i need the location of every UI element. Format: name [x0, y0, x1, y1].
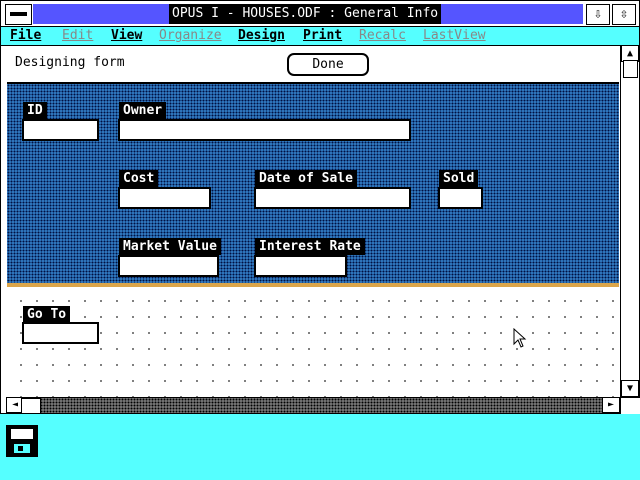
field-label-go-to: Go To: [23, 306, 71, 323]
system-menu-icon: [10, 12, 27, 16]
field-input-owner[interactable]: [118, 119, 411, 141]
menu-view[interactable]: View: [111, 28, 142, 44]
field-input-id[interactable]: [22, 119, 99, 141]
field-label-date-of-sale: Date of Sale: [255, 170, 357, 187]
field-label-owner: Owner: [119, 102, 167, 119]
vertical-scrollbar[interactable]: ▲ ▼: [620, 45, 639, 397]
title-bar[interactable]: OPUS I - HOUSES.ODF : General Info ⇩ ⇳: [1, 1, 639, 27]
vertical-scroll-thumb[interactable]: [623, 60, 638, 78]
maximize-button[interactable]: ⇳: [612, 4, 636, 25]
menu-edit[interactable]: Edit: [62, 28, 93, 44]
field-input-market-value[interactable]: [118, 255, 219, 277]
menu-organize[interactable]: Organize: [159, 28, 222, 44]
floppy-disk-icon[interactable]: [6, 425, 38, 457]
field-label-market-value: Market Value: [119, 238, 221, 255]
field-input-go-to[interactable]: [22, 322, 99, 344]
form-body-area: Go To: [7, 287, 619, 397]
field-label-id: ID: [23, 102, 47, 119]
field-input-date-of-sale[interactable]: [254, 187, 411, 209]
status-bar: Designing form Done: [7, 46, 619, 84]
menu-lastview[interactable]: LastView: [423, 28, 486, 44]
scrollbar-corner: [620, 397, 640, 414]
mouse-pointer-icon: [513, 328, 527, 348]
field-input-sold[interactable]: [438, 187, 483, 209]
field-label-sold: Sold: [439, 170, 479, 187]
menu-design[interactable]: Design: [238, 28, 285, 44]
disk-hole: [18, 446, 23, 451]
done-button[interactable]: Done: [287, 53, 369, 76]
disk-label-area: [11, 429, 33, 439]
horizontal-scroll-thumb[interactable]: [21, 398, 41, 414]
app-window: OPUS I - HOUSES.ODF : General Info ⇩ ⇳ F…: [0, 0, 640, 414]
title-bar-caption-area[interactable]: OPUS I - HOUSES.ODF : General Info: [33, 4, 583, 24]
scroll-down-button[interactable]: ▼: [621, 380, 639, 397]
system-menu-button[interactable]: [5, 4, 32, 25]
menu-print[interactable]: Print: [303, 28, 342, 44]
scroll-right-button[interactable]: ►: [602, 397, 620, 413]
field-input-interest-rate[interactable]: [254, 255, 347, 277]
field-label-interest-rate: Interest Rate: [255, 238, 365, 255]
window-title: OPUS I - HOUSES.ODF : General Info: [169, 4, 442, 24]
form-header-band: ID Owner Cost Date of Sale Sold Market V…: [7, 84, 619, 283]
field-label-cost: Cost: [119, 170, 159, 187]
menu-recalc[interactable]: Recalc: [359, 28, 406, 44]
minimize-button[interactable]: ⇩: [586, 4, 610, 25]
status-text: Designing form: [15, 55, 125, 70]
menu-bar: File Edit View Organize Design Print Rec…: [1, 27, 639, 46]
horizontal-scrollbar[interactable]: ◄ ►: [6, 397, 620, 414]
menu-file[interactable]: File: [10, 28, 41, 44]
field-input-cost[interactable]: [118, 187, 211, 209]
